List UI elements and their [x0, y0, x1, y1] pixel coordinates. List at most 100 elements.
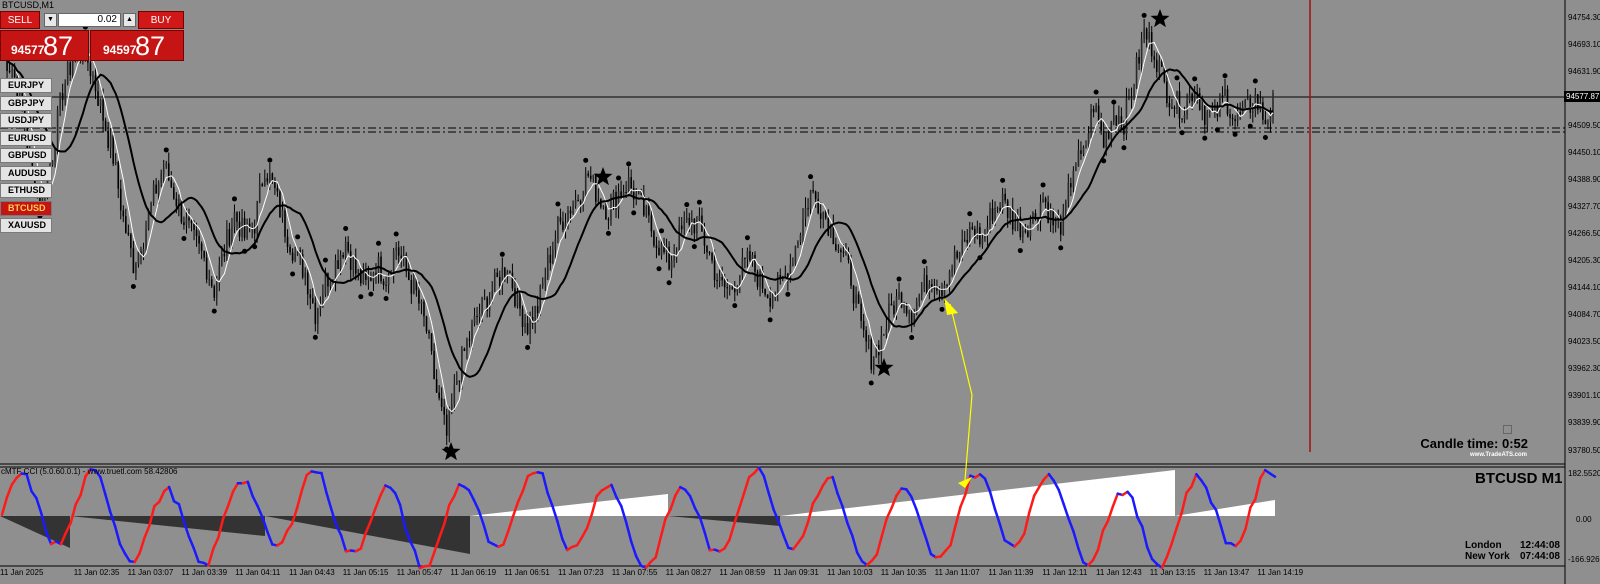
- candle-body: [872, 357, 875, 370]
- candle-body: [233, 212, 236, 228]
- candle-body: [173, 187, 175, 199]
- candle-body: [175, 198, 178, 207]
- candle-body: [771, 296, 774, 307]
- moving-averages: [1, 41, 1274, 413]
- candle-body: [728, 287, 731, 289]
- buy-button[interactable]: BUY: [138, 11, 184, 29]
- candle-body: [660, 244, 663, 256]
- candle-body: [400, 255, 403, 258]
- candle-body: [491, 291, 494, 299]
- time-tick-label: 11 Jan 03:39: [181, 568, 228, 577]
- candle-body: [1085, 145, 1087, 147]
- candle-body: [1158, 61, 1161, 72]
- cci-line-segment: [393, 491, 402, 507]
- candle-body: [127, 232, 130, 235]
- candle-time-label: Candle time:: [1420, 436, 1499, 451]
- symbol-button-eurjpy[interactable]: EURJPY: [0, 78, 52, 93]
- candle-body: [812, 190, 814, 192]
- candle-body: [147, 211, 150, 230]
- lot-decrease-button[interactable]: ▼: [44, 13, 57, 27]
- candle-body: [395, 247, 397, 251]
- sell-price-box[interactable]: 94577 87: [0, 30, 89, 61]
- symbol-button-eurusd[interactable]: EURUSD: [0, 130, 52, 146]
- cci-line-segment: [1219, 524, 1228, 545]
- symbol-button-gbpusd[interactable]: GBPUSD: [0, 148, 52, 163]
- cci-line-segment: [811, 494, 820, 505]
- checkbox-icon[interactable]: [1503, 425, 1512, 434]
- cci-line-segment: [983, 477, 992, 493]
- buy-price-box[interactable]: 94597 87: [90, 30, 184, 61]
- symbol-button-gbpjpy[interactable]: GBPJPY: [0, 95, 52, 111]
- candle-body: [198, 236, 200, 244]
- candle-body: [357, 269, 360, 274]
- candle-body: [683, 220, 686, 230]
- candle-body: [317, 308, 319, 325]
- candle-body: [827, 217, 830, 236]
- fractal-dot: [909, 335, 915, 341]
- indicator-symbol-label: BTCUSD M1: [1475, 470, 1563, 487]
- candle-body: [1095, 105, 1097, 113]
- candle-body: [493, 272, 496, 292]
- candle-body: [155, 184, 157, 194]
- symbol-button-audusd[interactable]: AUDUSD: [0, 165, 52, 181]
- candle-body: [410, 280, 413, 294]
- candle-body: [1153, 56, 1156, 60]
- cci-line-segment: [703, 531, 712, 552]
- candle-body: [956, 251, 958, 258]
- candle-body: [504, 267, 506, 277]
- candle-body: [440, 398, 443, 407]
- candle-body: [468, 339, 471, 341]
- symbol-button-usdjpy[interactable]: USDJPY: [0, 113, 52, 128]
- candle-body: [883, 334, 885, 336]
- candle-body: [910, 312, 913, 325]
- cci-line-segment: [452, 483, 461, 498]
- cci-line-segment: [339, 534, 348, 553]
- candle-body: [804, 208, 807, 219]
- candle-body: [926, 274, 928, 295]
- cci-line-segment: [35, 496, 43, 515]
- clock-london: London 12:44:08: [1465, 540, 1560, 551]
- time-tick-label: 11 Jan 04:11: [235, 568, 281, 577]
- price-tick-label: 94327.70: [1568, 202, 1600, 211]
- candle-body: [824, 211, 827, 218]
- candle-body: [347, 241, 349, 252]
- cci-line-segment: [502, 529, 510, 546]
- candle-body: [145, 229, 147, 249]
- world-clocks: London 12:44:08 New York 07:44:08: [1465, 540, 1560, 562]
- time-tick-label: 11 Jan 08:27: [665, 568, 712, 577]
- candle-body: [1166, 81, 1168, 104]
- candle-body: [258, 183, 261, 202]
- symbol-button-ethusd[interactable]: ETHUSD: [0, 183, 52, 198]
- candle-body: [1135, 56, 1138, 89]
- candle-body: [352, 257, 355, 270]
- price-tick-label: 94631.90: [1568, 67, 1600, 76]
- cci-line-segment: [212, 536, 220, 550]
- symbol-button-xauusd[interactable]: XAUUSD: [0, 218, 52, 233]
- fractal-dot: [1262, 135, 1268, 141]
- candle-body: [645, 205, 648, 216]
- time-tick-label: 11 Jan 08:59: [719, 568, 766, 577]
- candle-body: [1042, 198, 1044, 203]
- candle-body: [478, 313, 481, 317]
- candle-body: [324, 273, 327, 295]
- fractal-dot: [163, 147, 169, 153]
- candle-body: [157, 182, 160, 194]
- candle-body: [418, 290, 420, 304]
- candle-body: [1173, 107, 1176, 109]
- lot-increase-button[interactable]: ▲: [123, 13, 136, 27]
- time-tick-label: 11 Jan 12:43: [1096, 568, 1142, 577]
- cci-line-segment: [659, 517, 667, 540]
- candle-body: [764, 288, 766, 295]
- sell-button[interactable]: SELL: [0, 11, 40, 29]
- symbol-button-btcusd[interactable]: BTCUSD: [0, 200, 52, 216]
- fractal-dot: [605, 230, 611, 236]
- candle-body: [1092, 108, 1095, 113]
- candle-body: [435, 379, 438, 393]
- cci-line-segment: [1136, 515, 1144, 528]
- cci-line-segment: [30, 489, 38, 500]
- candle-body: [1168, 103, 1171, 108]
- candle-body: [708, 252, 711, 254]
- lot-size-input[interactable]: 0.02: [58, 13, 121, 27]
- cci-line-segment: [295, 489, 304, 510]
- candle-body: [213, 286, 216, 298]
